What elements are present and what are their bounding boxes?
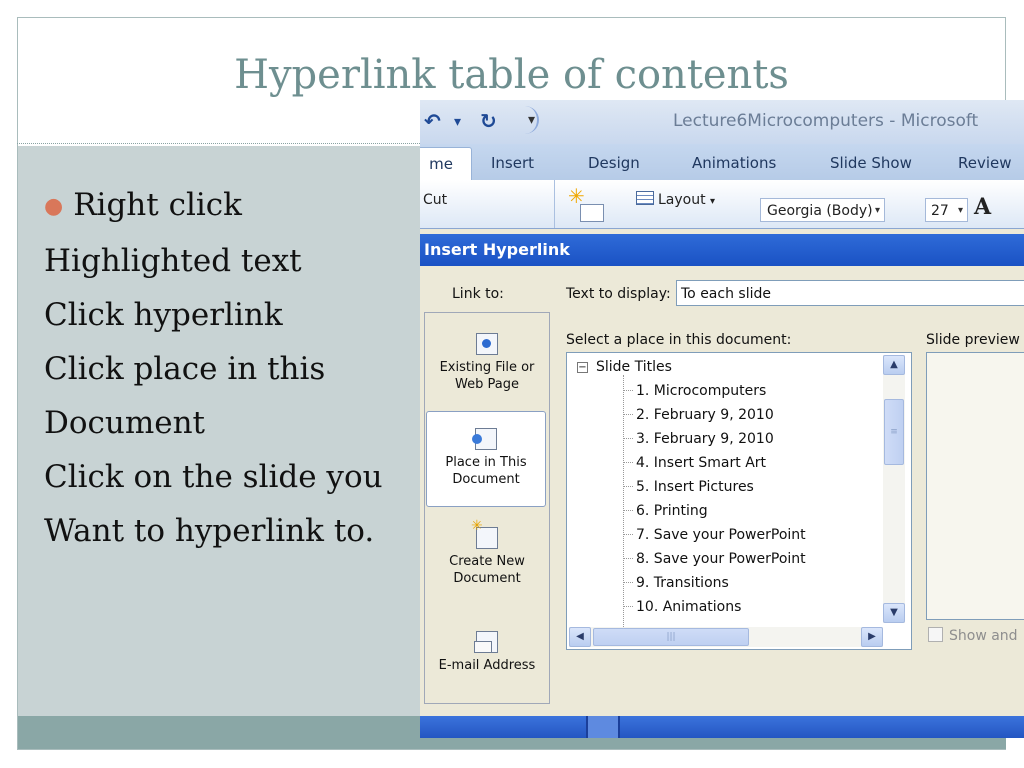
link-to-email-address[interactable]: E-mail Address [425,631,549,674]
font-size-select[interactable]: 27 ▾ [925,198,968,222]
web-page-icon [476,333,498,355]
tree-item[interactable]: 1. Microcomputers [623,383,766,399]
ribbon-tabs: me Insert Design Animations Slide Show R… [420,144,1024,181]
layout-icon [636,191,654,205]
link-to-place-in-document[interactable]: Place in This Document [426,411,546,507]
link-to-existing-file[interactable]: Existing File or Web Page [425,333,549,393]
document-places-tree[interactable]: − Slide Titles 1. Microcomputers 2. Febru… [566,352,912,650]
bullet-item: ● Right click [44,187,242,223]
chevron-down-icon: ▾ [957,205,963,216]
ribbon: Cut ✳ Layout ▾ Georgia (Body) ▾ 27 ▾ A [420,180,1024,229]
cut-button[interactable]: Cut [423,192,447,208]
tree-item[interactable]: 7. Save your PowerPoint [623,527,806,543]
tab-design[interactable]: Design [588,154,640,172]
undo-dropdown-icon[interactable]: ▾ [454,114,461,130]
vertical-scrollbar[interactable]: ▲ ≡ ▼ [883,355,905,623]
text-to-display-label: Text to display: [566,286,671,302]
slide-title: Hyperlink table of contents [234,52,789,98]
font-name-select[interactable]: Georgia (Body) ▾ [760,198,885,222]
bullet-line: Click hyperlink [44,296,283,333]
select-place-label: Select a place in this document: [566,332,792,348]
tab-home[interactable]: me [420,147,472,181]
collapse-icon[interactable]: − [577,362,588,373]
powerpoint-screenshot: ↶ ▾ ↻ ▾ Lecture6Microcomputers - Microso… [420,100,1024,738]
tab-animations[interactable]: Animations [692,154,776,172]
tree-item[interactable]: 2. February 9, 2010 [623,407,774,423]
grow-font-button[interactable]: A [974,194,991,220]
tree-item[interactable]: 5. Insert Pictures [623,479,754,495]
redo-icon[interactable]: ↻ [480,109,497,133]
taskbar-button[interactable] [586,716,620,738]
slide-preview-label: Slide preview [926,332,1020,348]
vertical-scroll-thumb[interactable]: ≡ [884,399,904,465]
tree-item[interactable]: 9. Transitions [623,575,729,591]
customize-toolbar-icon[interactable]: ▾ [528,112,535,128]
tree-item[interactable]: 6. Printing [623,503,708,519]
layout-button[interactable]: Layout ▾ [636,191,715,208]
new-slide-button[interactable]: ✳ [568,184,604,222]
new-document-icon [471,518,498,549]
tree-item[interactable]: 3. February 9, 2010 [623,431,774,447]
tree-item[interactable]: 4. Insert Smart Art [623,455,766,471]
document-place-icon [472,428,497,450]
chevron-down-icon: ▾ [710,196,716,207]
tree-item[interactable]: 10. Animations [623,599,741,615]
bullet-list: ● Right click Highlighted text Click hype… [44,178,383,558]
link-to-label: Link to: [452,286,504,302]
tree-root-slide-titles[interactable]: − Slide Titles [577,359,672,375]
email-icon [474,631,498,653]
dialog-title-bar: Insert Hyperlink [420,234,1024,266]
scroll-down-icon[interactable]: ▼ [883,603,905,623]
quick-access-toolbar: ↶ ▾ ↻ ▾ Lecture6Microcomputers - Microso… [420,100,1024,144]
tree-item[interactable]: 8. Save your PowerPoint [623,551,806,567]
bullet-line: Want to hyperlink to. [44,512,375,549]
link-to-create-new-document[interactable]: Create New Document [425,518,549,587]
ribbon-separator [554,180,555,228]
chevron-down-icon: ▾ [874,205,880,216]
bullet-line: Click place in this [44,350,326,387]
taskbar [420,716,1024,738]
window-title: Lecture6Microcomputers - Microsoft [673,111,979,131]
bullet-line: Document [44,404,206,441]
show-and-return-checkbox[interactable]: Show and [928,627,1018,644]
link-to-panel: Existing File or Web Page Place in This … [424,312,550,704]
scroll-left-icon[interactable]: ◀ [569,627,591,647]
scroll-right-icon[interactable]: ▶ [861,627,883,647]
checkbox-icon[interactable] [928,627,943,642]
horizontal-scrollbar[interactable]: ◀ ||| ▶ [569,627,883,647]
bullet-line: Highlighted text [44,242,302,279]
slide-page-icon [580,204,604,222]
bullet-dot-icon: ● [44,193,64,219]
horizontal-scroll-thumb[interactable]: ||| [593,628,749,646]
slide-preview-box [926,352,1024,620]
tab-slide-show[interactable]: Slide Show [830,154,912,172]
undo-icon[interactable]: ↶ [424,109,441,133]
tab-insert[interactable]: Insert [491,154,534,172]
bullet-line: Click on the slide you [44,458,383,495]
scroll-up-icon[interactable]: ▲ [883,355,905,375]
tab-review[interactable]: Review [958,154,1012,172]
text-to-display-input[interactable]: To each slide [676,280,1024,306]
